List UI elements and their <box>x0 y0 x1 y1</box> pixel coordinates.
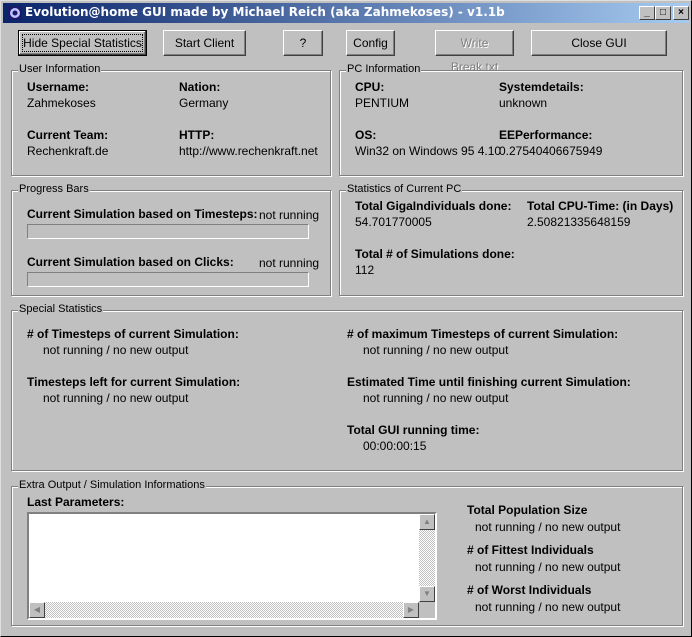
os-value: Win32 on Windows 95 4.10 <box>355 144 502 158</box>
username-label: Username: <box>27 80 90 94</box>
maximize-button[interactable]: □ <box>655 6 671 20</box>
current-team-value: Rechenkraft.de <box>27 144 109 158</box>
scroll-corner <box>419 602 435 618</box>
scroll-left-icon[interactable]: ◀ <box>29 602 45 618</box>
eeperformance-value: 0.27540406675949 <box>499 144 603 158</box>
cpu-label: CPU: <box>355 80 385 94</box>
special-statistics-group: Special Statistics # of Timesteps of cur… <box>11 303 683 471</box>
timesteps-label: # of Timesteps of current Simulation: <box>27 327 239 341</box>
hide-special-statistics-button[interactable]: Hide Special Statistics <box>18 30 147 56</box>
scroll-up-icon[interactable]: ▲ <box>419 514 435 530</box>
main-window: Evolution@home GUI made by Michael Reich… <box>0 0 692 637</box>
cpu-time-label: Total CPU-Time: (in Days) <box>527 199 674 213</box>
config-button[interactable]: Config <box>346 30 395 56</box>
nation-value: Germany <box>179 96 229 110</box>
clicks-progress-label: Current Simulation based on Clicks: <box>27 255 234 269</box>
timesteps-left-label: Timesteps left for current Simulation: <box>27 375 241 389</box>
last-parameters-label: Last Parameters: <box>27 495 125 509</box>
help-button[interactable]: ? <box>283 30 323 56</box>
gui-running-time-value: 00:00:00:15 <box>363 439 427 453</box>
pc-information-group: PC Information CPU: PENTIUM Systemdetail… <box>339 63 683 176</box>
maximize-icon: □ <box>659 7 667 18</box>
cpu-value: PENTIUM <box>355 96 409 110</box>
os-label: OS: <box>355 128 377 142</box>
group-label: Progress Bars <box>18 183 90 195</box>
timesteps-left-value: not running / no new output <box>43 391 189 405</box>
nation-label: Nation: <box>179 80 221 94</box>
cpu-time-value: 2.50821335648159 <box>527 215 631 229</box>
progress-bars-group: Progress Bars Current Simulation based o… <box>11 183 331 296</box>
minimize-icon: _ <box>644 7 650 18</box>
clicks-progress-bar <box>27 272 309 287</box>
username-value: Zahmekoses <box>27 96 96 110</box>
estimated-time-value: not running / no new output <box>363 391 509 405</box>
user-information-group: User Information Username: Zahmekoses Na… <box>11 63 331 176</box>
vertical-scrollbar[interactable]: ▲ ▼ <box>419 514 435 602</box>
scroll-down-icon[interactable]: ▼ <box>419 586 435 602</box>
timesteps-value: not running / no new output <box>43 343 189 357</box>
group-label: User Information <box>18 63 102 75</box>
group-label: Statistics of Current PC <box>346 183 463 195</box>
scroll-right-icon[interactable]: ▶ <box>403 602 419 618</box>
simulations-done-value: 112 <box>355 263 375 277</box>
timesteps-progress-bar <box>27 224 309 239</box>
close-window-button[interactable]: × <box>673 6 689 20</box>
population-size-label: Total Population Size <box>467 503 588 517</box>
write-break-button[interactable]: Write Break.txt <box>435 30 514 74</box>
giga-individuals-value: 54.701770005 <box>355 215 432 229</box>
timesteps-progress-status: not running <box>259 208 320 222</box>
statistics-current-pc-group: Statistics of Current PC Total GigaIndiv… <box>339 183 683 296</box>
gui-running-time-label: Total GUI running time: <box>347 423 480 437</box>
simulations-done-label: Total # of Simulations done: <box>355 247 515 261</box>
max-timesteps-value: not running / no new output <box>363 343 509 357</box>
close-icon: × <box>678 7 684 18</box>
fittest-individuals-label: # of Fittest Individuals <box>467 543 594 557</box>
timesteps-progress-label: Current Simulation based on Timesteps: <box>27 207 258 221</box>
start-client-button[interactable]: Start Client <box>163 30 246 56</box>
app-icon <box>8 6 22 20</box>
eeperformance-label: EEPerformance: <box>499 128 593 142</box>
clicks-progress-status: not running <box>259 256 320 270</box>
population-size-value: not running / no new output <box>475 520 621 534</box>
estimated-time-label: Estimated Time until finishing current S… <box>347 375 631 389</box>
last-parameters-textarea[interactable]: ▲ ▼ ◀ ▶ <box>27 512 437 620</box>
systemdetails-label: Systemdetails: <box>499 80 584 94</box>
http-value: http://www.rechenkraft.net <box>179 144 318 158</box>
worst-individuals-value: not running / no new output <box>475 600 621 614</box>
title-bar[interactable]: Evolution@home GUI made by Michael Reich… <box>3 3 689 23</box>
group-label: Extra Output / Simulation Informations <box>18 479 206 491</box>
http-label: HTTP: <box>179 128 215 142</box>
minimize-button[interactable]: _ <box>639 6 655 20</box>
close-gui-button[interactable]: Close GUI <box>531 30 667 56</box>
window-title: Evolution@home GUI made by Michael Reich… <box>25 5 505 19</box>
systemdetails-value: unknown <box>499 96 548 110</box>
giga-individuals-label: Total GigaIndividuals done: <box>355 199 512 213</box>
worst-individuals-label: # of Worst Individuals <box>467 583 592 597</box>
fittest-individuals-value: not running / no new output <box>475 560 621 574</box>
horizontal-scrollbar[interactable]: ◀ ▶ <box>29 602 419 618</box>
group-label: Special Statistics <box>18 303 104 315</box>
extra-output-group: Extra Output / Simulation Informations L… <box>11 479 683 626</box>
current-team-label: Current Team: <box>27 128 109 142</box>
max-timesteps-label: # of maximum Timesteps of current Simula… <box>347 327 619 341</box>
group-label: PC Information <box>346 63 422 75</box>
